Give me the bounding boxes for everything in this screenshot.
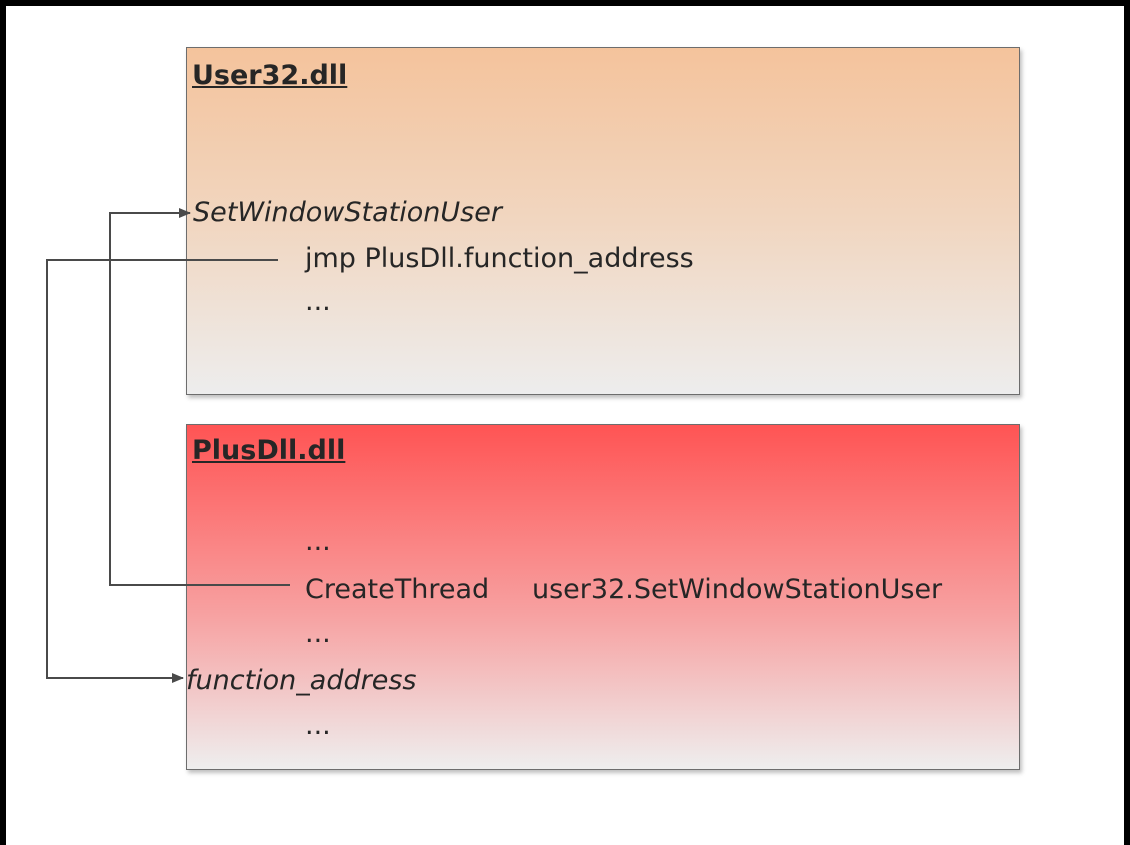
connector-arrows — [46, 208, 290, 683]
jmp-to-function-address-arrow — [46, 259, 278, 683]
create-thread-to-set-window-station-arrow — [109, 208, 290, 586]
